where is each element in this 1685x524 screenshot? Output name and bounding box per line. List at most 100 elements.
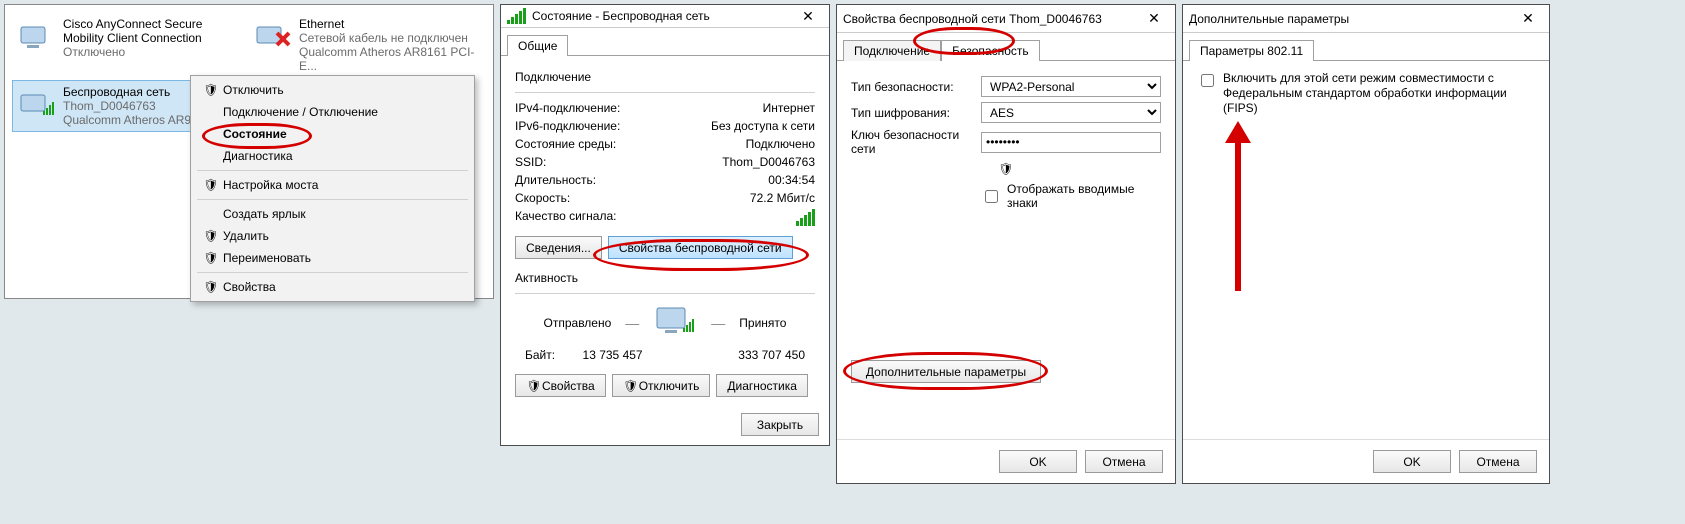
properties-button[interactable]: 🛡Свойства <box>515 374 606 397</box>
diagnose-button[interactable]: Диагностика <box>716 374 808 397</box>
menu-item-connect[interactable]: Подключение / Отключение <box>193 101 472 123</box>
menu-separator <box>197 170 468 171</box>
menu-item-delete[interactable]: 🛡Удалить <box>193 225 472 247</box>
signal-bars-icon <box>796 209 815 226</box>
ok-button[interactable]: OK <box>999 450 1077 473</box>
adapter-item-ethernet[interactable]: Ethernet Сетевой кабель не подключен Qua… <box>249 13 481 77</box>
menu-item-shortcut[interactable]: Создать ярлык <box>193 203 472 225</box>
ssid-label: SSID: <box>515 155 546 169</box>
fips-label: Включить для этой сети режим совместимос… <box>1223 71 1535 116</box>
menu-item-bridge[interactable]: 🛡Настройка моста <box>193 174 472 196</box>
advanced-settings-button[interactable]: Дополнительные параметры <box>851 360 1041 383</box>
adapter-icon <box>253 17 293 57</box>
security-type-label: Тип безопасности: <box>851 80 981 94</box>
ssid-value: Thom_D0046763 <box>722 155 815 169</box>
dialog-title: Свойства беспроводной сети Thom_D0046763 <box>843 12 1139 26</box>
ipv6-label: IPv6-подключение: <box>515 119 620 133</box>
bytes-sent: 13 735 457 <box>555 348 670 362</box>
adapter-icon <box>17 85 57 125</box>
adapter-device: Qualcomm Atheros AR94... <box>63 113 208 127</box>
encryption-select[interactable]: AES <box>981 102 1161 123</box>
adapter-icon <box>17 17 57 57</box>
menu-item-status[interactable]: Состояние <box>193 123 472 145</box>
menu-item-rename[interactable]: 🛡Переименовать <box>193 247 472 269</box>
menu-item-disable[interactable]: 🛡Отключить <box>193 79 472 101</box>
speed-value: 72.2 Мбит/с <box>750 191 815 205</box>
close-button[interactable]: ✕ <box>1513 8 1543 30</box>
menu-item-properties[interactable]: 🛡Свойства <box>193 276 472 298</box>
tab-general[interactable]: Общие <box>507 35 568 56</box>
ipv4-value: Интернет <box>763 101 815 115</box>
shield-icon: 🛡 <box>199 178 223 192</box>
adapter-name: Cisco AnyConnect Secure Mobility Client … <box>63 17 241 45</box>
speed-label: Скорость: <box>515 191 570 205</box>
adapter-status: Отключено <box>63 45 241 59</box>
shield-icon: 🛡 <box>998 162 1014 176</box>
show-chars-checkbox[interactable] <box>985 190 998 203</box>
adapter-status: Сетевой кабель не подключен <box>299 31 477 45</box>
dash-icon: — <box>711 315 725 331</box>
encryption-label: Тип шифрования: <box>851 106 981 120</box>
tabstrip: Параметры 802.11 <box>1183 33 1549 61</box>
cancel-button[interactable]: Отмена <box>1085 450 1163 473</box>
section-activity: Активность <box>515 271 815 285</box>
status-dialog: Состояние - Беспроводная сеть ✕ Общие По… <box>500 4 830 446</box>
tabstrip: Подключение Безопасность <box>837 33 1175 61</box>
security-key-input[interactable] <box>981 132 1161 153</box>
sent-label: Отправлено <box>544 316 612 330</box>
dialog-title: Дополнительные параметры <box>1189 12 1513 26</box>
titlebar: Дополнительные параметры ✕ <box>1183 5 1549 33</box>
cancel-button[interactable]: Отмена <box>1459 450 1537 473</box>
annotation-arrow-icon <box>1223 121 1253 291</box>
section-connection: Подключение <box>515 70 815 84</box>
security-type-select[interactable]: WPA2-Personal <box>981 76 1161 97</box>
network-connections-panel: Cisco AnyConnect Secure Mobility Client … <box>5 5 495 300</box>
bytes-label: Байт: <box>525 348 555 362</box>
adapter-name: Ethernet <box>299 17 477 31</box>
close-button[interactable]: ✕ <box>793 5 823 27</box>
adapter-item-anyconnect[interactable]: Cisco AnyConnect Secure Mobility Client … <box>13 13 245 77</box>
advanced-settings-dialog: Дополнительные параметры ✕ Параметры 802… <box>1182 4 1550 484</box>
ipv6-value: Без доступа к сети <box>711 119 815 133</box>
key-label: Ключ безопасности сети <box>851 128 981 156</box>
menu-item-diagnose[interactable]: Диагностика <box>193 145 472 167</box>
menu-separator <box>197 272 468 273</box>
ipv4-label: IPv4-подключение: <box>515 101 620 115</box>
dialog-title: Состояние - Беспроводная сеть <box>532 9 793 23</box>
dash-icon: — <box>625 315 639 331</box>
shield-icon: 🛡 <box>623 379 639 393</box>
shield-icon: 🛡 <box>526 379 542 393</box>
menu-separator <box>197 199 468 200</box>
wireless-properties-button[interactable]: Свойства беспроводной сети <box>608 236 793 259</box>
tab-80211[interactable]: Параметры 802.11 <box>1189 40 1314 61</box>
adapter-name: Беспроводная сеть <box>63 85 208 99</box>
tab-security[interactable]: Безопасность <box>941 40 1040 61</box>
wifi-bars-icon <box>507 8 526 24</box>
shield-icon: 🛡 <box>199 229 223 243</box>
adapter-device: Qualcomm Atheros AR8161 PCI-E... <box>299 45 477 73</box>
shield-icon: 🛡 <box>199 280 223 294</box>
adapter-context-menu: 🛡Отключить Подключение / Отключение Сост… <box>190 75 475 302</box>
monitor-icon <box>653 306 697 340</box>
bytes-received: 333 707 450 <box>690 348 805 362</box>
shield-icon: 🛡 <box>199 251 223 265</box>
titlebar: Состояние - Беспроводная сеть ✕ <box>501 5 829 28</box>
duration-label: Длительность: <box>515 173 596 187</box>
received-label: Принято <box>739 316 786 330</box>
tab-connection[interactable]: Подключение <box>843 40 941 61</box>
disable-button[interactable]: 🛡Отключить <box>612 374 711 397</box>
wireless-properties-dialog: Свойства беспроводной сети Thom_D0046763… <box>836 4 1176 484</box>
signal-label: Качество сигнала: <box>515 209 616 226</box>
close-button[interactable]: ✕ <box>1139 8 1169 30</box>
close-button[interactable]: Закрыть <box>741 413 819 436</box>
media-label: Состояние среды: <box>515 137 616 151</box>
fips-checkbox[interactable] <box>1201 74 1214 87</box>
media-value: Подключено <box>746 137 815 151</box>
details-button[interactable]: Сведения... <box>515 236 602 259</box>
duration-value: 00:34:54 <box>768 173 815 187</box>
adapter-status: Thom_D0046763 <box>63 99 208 113</box>
ok-button[interactable]: OK <box>1373 450 1451 473</box>
show-chars-label: Отображать вводимые знаки <box>1007 182 1161 210</box>
tabstrip: Общие <box>501 28 829 56</box>
titlebar: Свойства беспроводной сети Thom_D0046763… <box>837 5 1175 33</box>
